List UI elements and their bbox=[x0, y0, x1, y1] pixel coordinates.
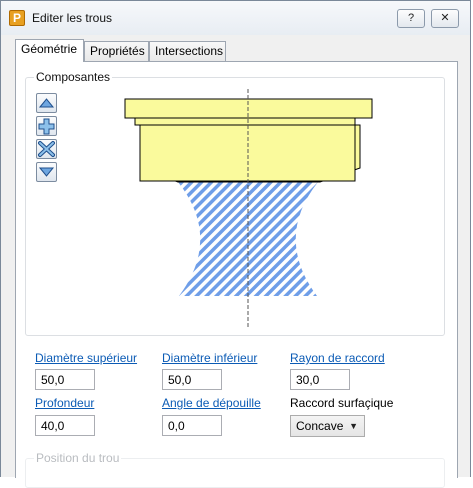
raccord-surfacique-label: Raccord surfaçique bbox=[290, 396, 394, 410]
tab-geometrie[interactable]: Géométrie bbox=[15, 39, 84, 62]
hole-drawing bbox=[124, 89, 373, 329]
tab-intersections[interactable]: Intersections bbox=[149, 41, 226, 61]
rayon-raccord-label[interactable]: Rayon de raccord bbox=[290, 351, 385, 365]
raccord-surfacique-select[interactable]: Concave ▼ bbox=[290, 415, 365, 437]
rayon-raccord-input[interactable] bbox=[290, 369, 350, 390]
hole-neck bbox=[134, 117, 356, 126]
add-icon bbox=[38, 118, 55, 135]
position-group: Position du trou bbox=[25, 451, 445, 488]
diametre-superieur-label[interactable]: Diamètre supérieur bbox=[35, 351, 137, 365]
add-button[interactable] bbox=[36, 116, 57, 136]
delete-button[interactable] bbox=[36, 139, 57, 159]
diametre-inferieur-label[interactable]: Diamètre inférieur bbox=[162, 351, 257, 365]
profondeur-label[interactable]: Profondeur bbox=[35, 396, 94, 410]
app-icon: P bbox=[9, 10, 25, 26]
geometry-panel: Composantes Diamètre supérieur 50,0 Diam… bbox=[15, 61, 458, 488]
raccord-surfacique-value: Concave bbox=[296, 419, 344, 433]
move-down-button[interactable] bbox=[36, 162, 57, 182]
close-button[interactable]: ✕ bbox=[431, 9, 459, 28]
angle-depouille-label[interactable]: Angle de dépouille bbox=[162, 396, 261, 410]
diametre-inferieur-input[interactable] bbox=[162, 369, 222, 390]
move-up-button[interactable] bbox=[36, 93, 57, 113]
move-up-icon bbox=[38, 98, 55, 108]
diametre-superieur-input[interactable] bbox=[35, 369, 95, 390]
profondeur-input[interactable] bbox=[35, 415, 95, 436]
chevron-down-icon: ▼ bbox=[349, 421, 358, 431]
angle-depouille-input[interactable] bbox=[162, 415, 222, 436]
window-title: Editer les trous bbox=[32, 11, 113, 25]
delete-icon bbox=[38, 141, 55, 157]
tab-proprietes[interactable]: Propriétés bbox=[84, 41, 149, 61]
dialog-window: P Editer les trous ? ✕ Géométrie Proprié… bbox=[0, 0, 471, 488]
move-down-icon bbox=[38, 167, 55, 177]
title-bar: P Editer les trous ? ✕ bbox=[1, 1, 470, 35]
position-label: Position du trou bbox=[34, 451, 122, 465]
composantes-group: Composantes bbox=[25, 70, 445, 336]
help-button[interactable]: ? bbox=[397, 9, 425, 28]
